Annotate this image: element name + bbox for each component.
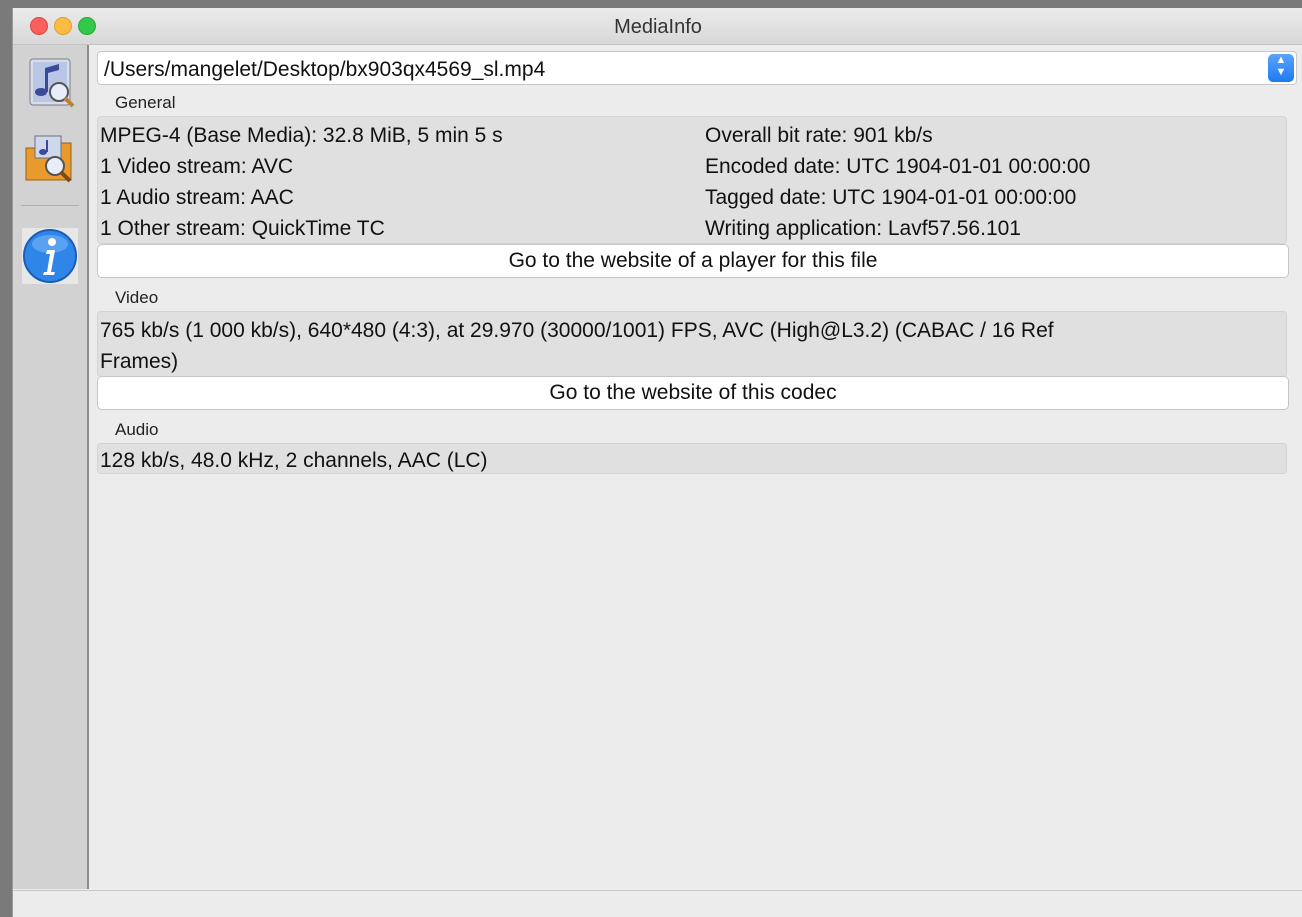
select-arrows-icon[interactable]: ▲ ▼ — [1268, 54, 1294, 82]
file-path-select[interactable]: /Users/mangelet/Desktop/bx903qx4569_sl.m… — [97, 51, 1297, 85]
video-info-box: 765 kb/s (1 000 kb/s), 640*480 (4:3), at… — [97, 311, 1287, 377]
general-audio-stream-line: 1 Audio stream: AAC — [100, 186, 294, 209]
audio-section-label: Audio — [115, 420, 159, 439]
audio-info-box: 128 kb/s, 48.0 kHz, 2 channels, AAC (LC) — [97, 443, 1287, 474]
about-info-icon[interactable] — [21, 227, 79, 285]
general-bitrate-line: Overall bit rate: 901 kb/s — [705, 124, 933, 147]
video-details-line-1: 765 kb/s (1 000 kb/s), 640*480 (4:3), at… — [100, 319, 1054, 342]
general-info-box: MPEG-4 (Base Media): 32.8 MiB, 5 min 5 s… — [97, 116, 1287, 244]
codec-website-button[interactable]: Go to the website of this codec — [97, 376, 1289, 410]
sidebar-divider — [21, 205, 79, 206]
main-panel: /Users/mangelet/Desktop/bx903qx4569_sl.m… — [89, 45, 1302, 889]
general-other-stream-line: 1 Other stream: QuickTime TC — [100, 217, 385, 240]
title-bar: MediaInfo — [13, 8, 1302, 45]
general-writing-app-line: Writing application: Lavf57.56.101 — [705, 217, 1021, 240]
status-bar — [13, 890, 1302, 917]
general-section-label: General — [115, 93, 176, 112]
video-details-line-2: Frames) — [100, 350, 179, 373]
sidebar — [13, 45, 89, 889]
file-path-value: /Users/mangelet/Desktop/bx903qx4569_sl.m… — [104, 58, 546, 81]
general-encoded-date-line: Encoded date: UTC 1904-01-01 00:00:00 — [705, 155, 1091, 178]
general-video-stream-line: 1 Video stream: AVC — [100, 155, 293, 178]
open-folder-icon[interactable] — [21, 130, 79, 188]
open-file-icon[interactable] — [21, 54, 79, 112]
player-website-button[interactable]: Go to the website of a player for this f… — [97, 244, 1289, 278]
audio-details-line: 128 kb/s, 48.0 kHz, 2 channels, AAC (LC) — [100, 449, 488, 472]
general-tagged-date-line: Tagged date: UTC 1904-01-01 00:00:00 — [705, 186, 1077, 209]
mediainfo-window: MediaInfo /Users/mangelet/Desktop/bx903q… — [12, 8, 1302, 917]
window-title: MediaInfo — [614, 16, 702, 38]
video-section-label: Video — [115, 288, 159, 307]
general-format-line: MPEG-4 (Base Media): 32.8 MiB, 5 min 5 s — [100, 124, 503, 147]
